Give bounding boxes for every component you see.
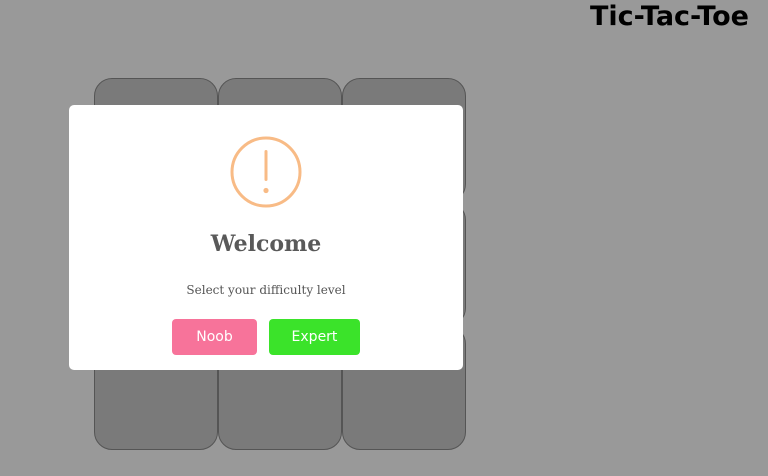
expert-button[interactable]: Expert bbox=[269, 319, 360, 355]
noob-button[interactable]: Noob bbox=[172, 319, 257, 355]
dialog-text: Select your difficulty level bbox=[186, 283, 346, 297]
warning-icon bbox=[230, 136, 302, 208]
welcome-dialog: Welcome Select your difficulty level Noo… bbox=[69, 105, 463, 370]
modal-overlay: Welcome Select your difficulty level Noo… bbox=[0, 0, 768, 476]
dialog-title: Welcome bbox=[210, 231, 322, 257]
